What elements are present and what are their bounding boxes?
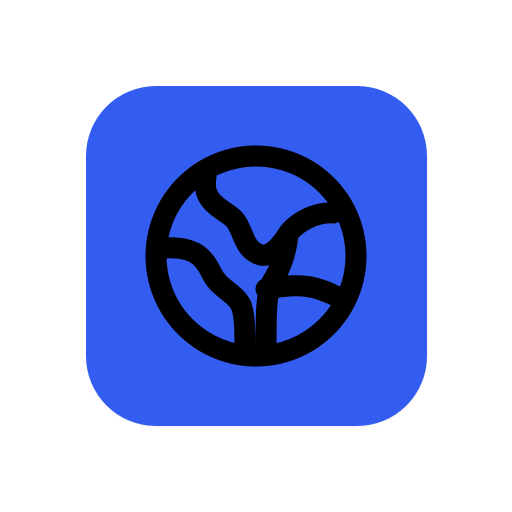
icon-canvas xyxy=(0,0,512,512)
globe-icon xyxy=(145,145,367,367)
globe-continent-upper xyxy=(194,166,344,266)
